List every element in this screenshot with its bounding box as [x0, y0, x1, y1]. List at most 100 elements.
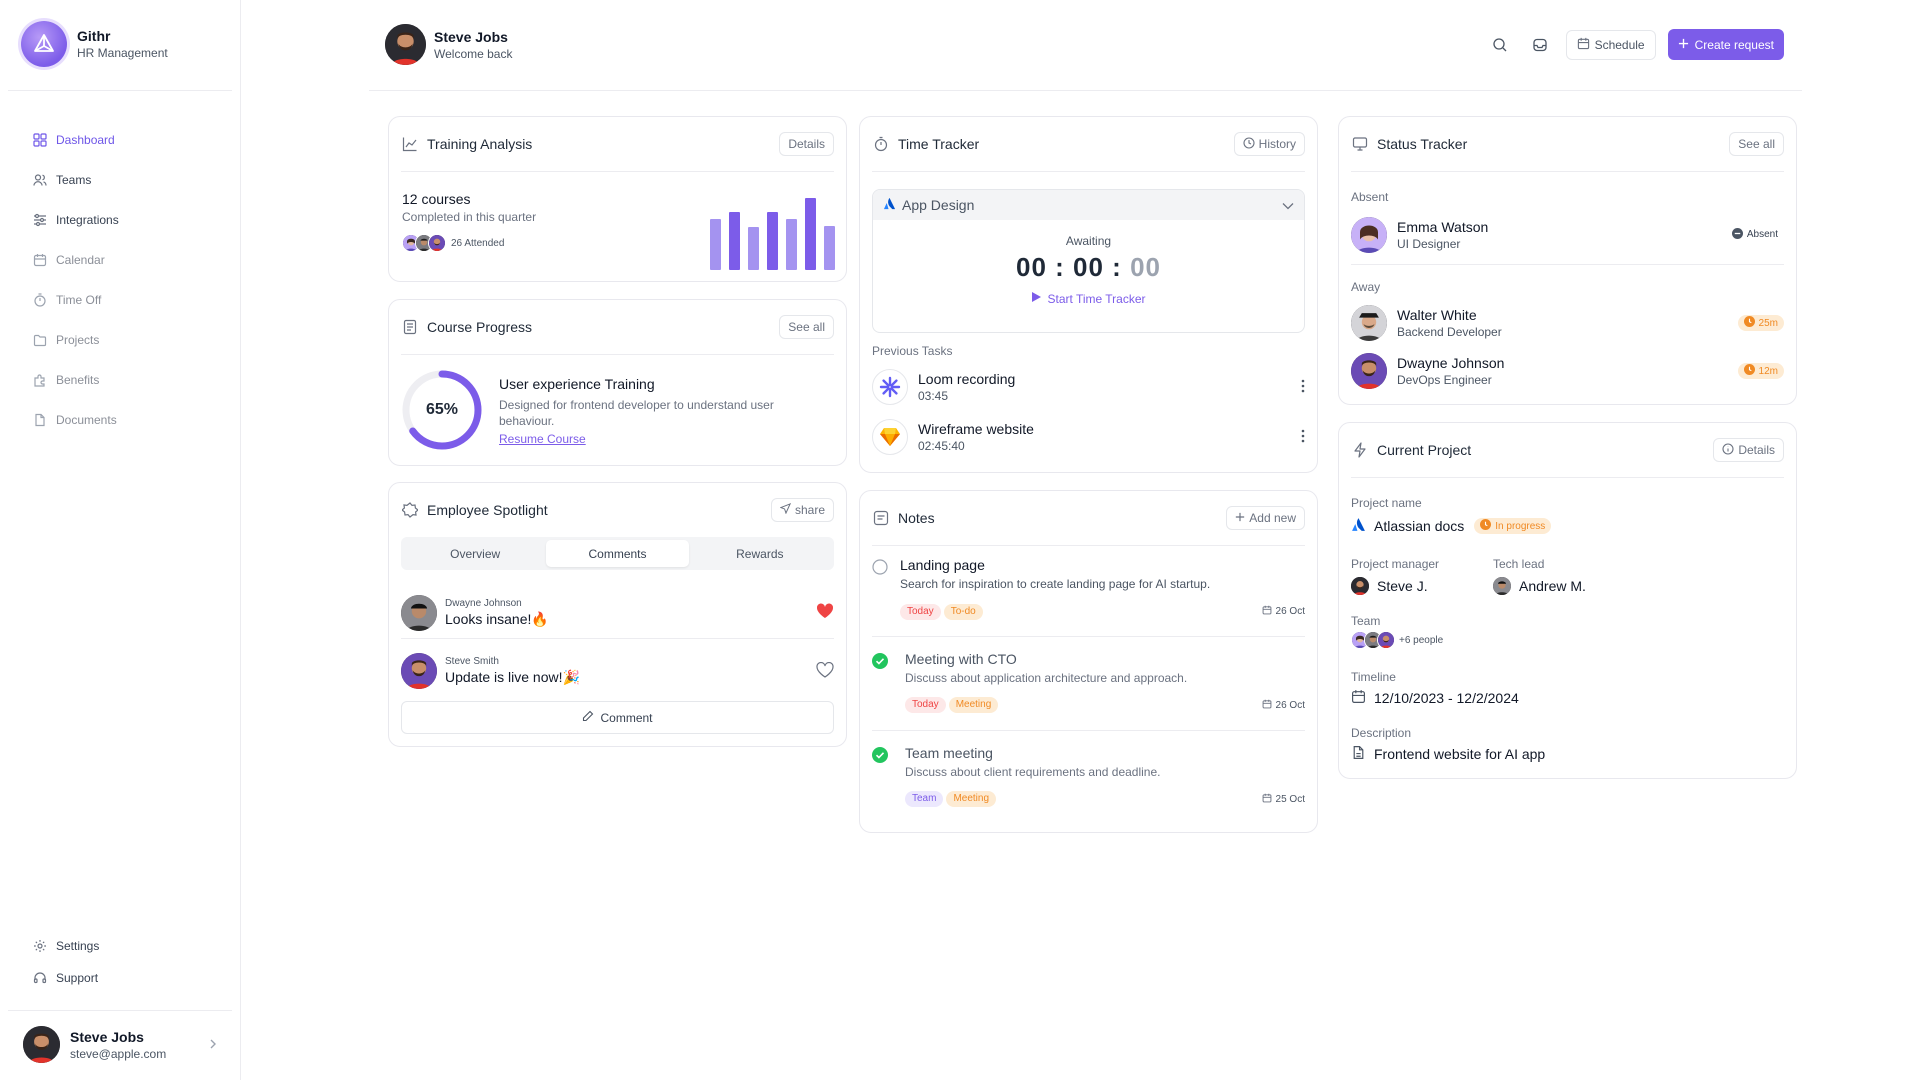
person-name: Emma Watson [1397, 218, 1489, 235]
person-name: Dwayne Johnson [1397, 355, 1505, 371]
tech-lead-name: Andrew M. [1519, 578, 1586, 594]
sidebar-item-teams[interactable]: Teams [20, 160, 220, 200]
start-tracker-label: Start Time Tracker [1047, 291, 1146, 306]
brand[interactable]: Githr HR Management [21, 21, 168, 67]
calendar-icon [1262, 605, 1272, 618]
person-role: UI Designer [1397, 236, 1461, 251]
tab-overview[interactable]: Overview [404, 540, 546, 567]
sidebar-item-time-off[interactable]: Time Off [20, 280, 220, 320]
avatar [1351, 577, 1369, 595]
attended-count: 26 Attended [451, 237, 505, 249]
project-select[interactable]: App Design [873, 190, 1304, 220]
sidebar-item-settings[interactable]: Settings [20, 930, 220, 962]
history-button[interactable]: History [1233, 132, 1305, 156]
search-icon[interactable] [1486, 31, 1514, 59]
resume-course-link[interactable]: Resume Course [499, 432, 819, 446]
status-item[interactable]: Dwayne Johnson DevOps Engineer 12m [1351, 351, 1784, 391]
tag-team: Team [905, 791, 944, 807]
training-bar-chart [710, 185, 837, 270]
circle-unchecked-icon[interactable] [872, 559, 888, 578]
team-more[interactable]: +6 people [1399, 635, 1443, 646]
person-role: DevOps Engineer [1397, 373, 1492, 387]
details-label: Details [788, 137, 825, 151]
note-description: Search for inspiration to create landing… [900, 577, 1211, 591]
send-icon [779, 502, 792, 517]
pencil-icon [582, 710, 594, 725]
sidebar-item-documents[interactable]: Documents [20, 400, 220, 440]
comment-author: Steve Smith [445, 656, 499, 667]
book-icon [401, 318, 419, 336]
status-item[interactable]: Walter White Backend Developer 25m [1351, 303, 1784, 343]
status-badge: 25m [1737, 315, 1784, 331]
more-vertical-icon[interactable] [1301, 379, 1305, 396]
header-name: Steve Jobs [434, 28, 508, 45]
profile-name: Steve Jobs [70, 1028, 144, 1045]
heart-outline-icon[interactable] [816, 661, 834, 681]
card-title: Status Tracker [1377, 136, 1468, 152]
note-item[interactable]: Landing page Search for inspiration to c… [872, 555, 1305, 637]
timeline-label: Timeline [1351, 670, 1396, 684]
clock-icon [1243, 136, 1255, 152]
tab-rewards[interactable]: Rewards [689, 540, 831, 567]
grid-icon [32, 132, 48, 148]
training-bar [767, 212, 778, 270]
check-circle-icon[interactable] [872, 747, 888, 766]
chevron-down-icon [1282, 198, 1294, 213]
avatar [385, 24, 426, 65]
inbox-icon[interactable] [1526, 31, 1554, 59]
calendar-icon [1262, 793, 1272, 806]
chevron-right-icon[interactable] [208, 1037, 218, 1053]
badge-icon [401, 501, 419, 519]
avatar [401, 594, 437, 631]
bolt-icon [1351, 441, 1369, 459]
start-tracker-button[interactable]: Start Time Tracker [873, 291, 1304, 306]
note-item[interactable]: Meeting with CTO Discuss about applicati… [872, 649, 1305, 731]
sidebar-item-calendar[interactable]: Calendar [20, 240, 220, 280]
sidebar-nav: Dashboard Teams Integrations Calendar Ti… [20, 120, 220, 440]
sidebar-divider [8, 90, 232, 91]
users-icon [32, 172, 48, 188]
calendar-icon [32, 252, 48, 268]
sidebar-item-label: Benefits [56, 373, 100, 387]
project-details-button[interactable]: Details [1713, 438, 1784, 462]
time-seconds: 00 [1130, 252, 1161, 282]
comment-button[interactable]: Comment [401, 701, 834, 734]
share-button[interactable]: share [770, 498, 834, 522]
note-description: Discuss about application architecture a… [905, 671, 1188, 685]
note-description: Discuss about client requirements and de… [905, 765, 1161, 779]
details-label: Details [1738, 443, 1775, 457]
status-badge-label: 25m [1758, 317, 1778, 329]
timeline-value: 12/10/2023 - 12/2/2024 [1374, 690, 1519, 706]
card-title: Training Analysis [427, 136, 533, 152]
note-item[interactable]: Team meeting Discuss about client requir… [872, 743, 1305, 825]
heart-filled-icon[interactable] [816, 603, 834, 622]
sidebar-item-projects[interactable]: Projects [20, 320, 220, 360]
profile-email: steve@apple.com [70, 1046, 167, 1061]
course-percent: 65% [425, 401, 459, 418]
sidebar-item-benefits[interactable]: Benefits [20, 360, 220, 400]
training-details-button[interactable]: Details [779, 132, 834, 156]
status-item[interactable]: Emma Watson UI Designer Absent [1351, 213, 1784, 265]
sidebar-item-dashboard[interactable]: Dashboard [20, 120, 220, 160]
card-divider [401, 171, 834, 172]
course-see-all-button[interactable]: See all [779, 315, 834, 339]
check-circle-icon[interactable] [872, 653, 888, 672]
sidebar-item-support[interactable]: Support [20, 962, 220, 994]
sidebar-item-integrations[interactable]: Integrations [20, 200, 220, 240]
header-actions: Schedule Create request [1486, 29, 1784, 60]
clock-icon [1743, 364, 1755, 378]
training-bar [729, 212, 740, 270]
share-label: share [794, 503, 825, 517]
schedule-button[interactable]: Schedule [1565, 29, 1656, 60]
create-request-button[interactable]: Create request [1667, 29, 1784, 60]
add-note-button[interactable]: Add new [1226, 506, 1305, 530]
note-date: 26 Oct [1275, 606, 1305, 617]
timer-icon [32, 292, 48, 308]
calendar-icon [1351, 689, 1366, 707]
status-see-all-button[interactable]: See all [1729, 132, 1784, 156]
training-bar [710, 219, 721, 270]
more-vertical-icon[interactable] [1301, 429, 1305, 446]
card-divider [1351, 171, 1784, 172]
sidebar-profile[interactable]: Steve Jobs steve@apple.com [23, 1026, 218, 1063]
tab-comments[interactable]: Comments [546, 540, 689, 567]
